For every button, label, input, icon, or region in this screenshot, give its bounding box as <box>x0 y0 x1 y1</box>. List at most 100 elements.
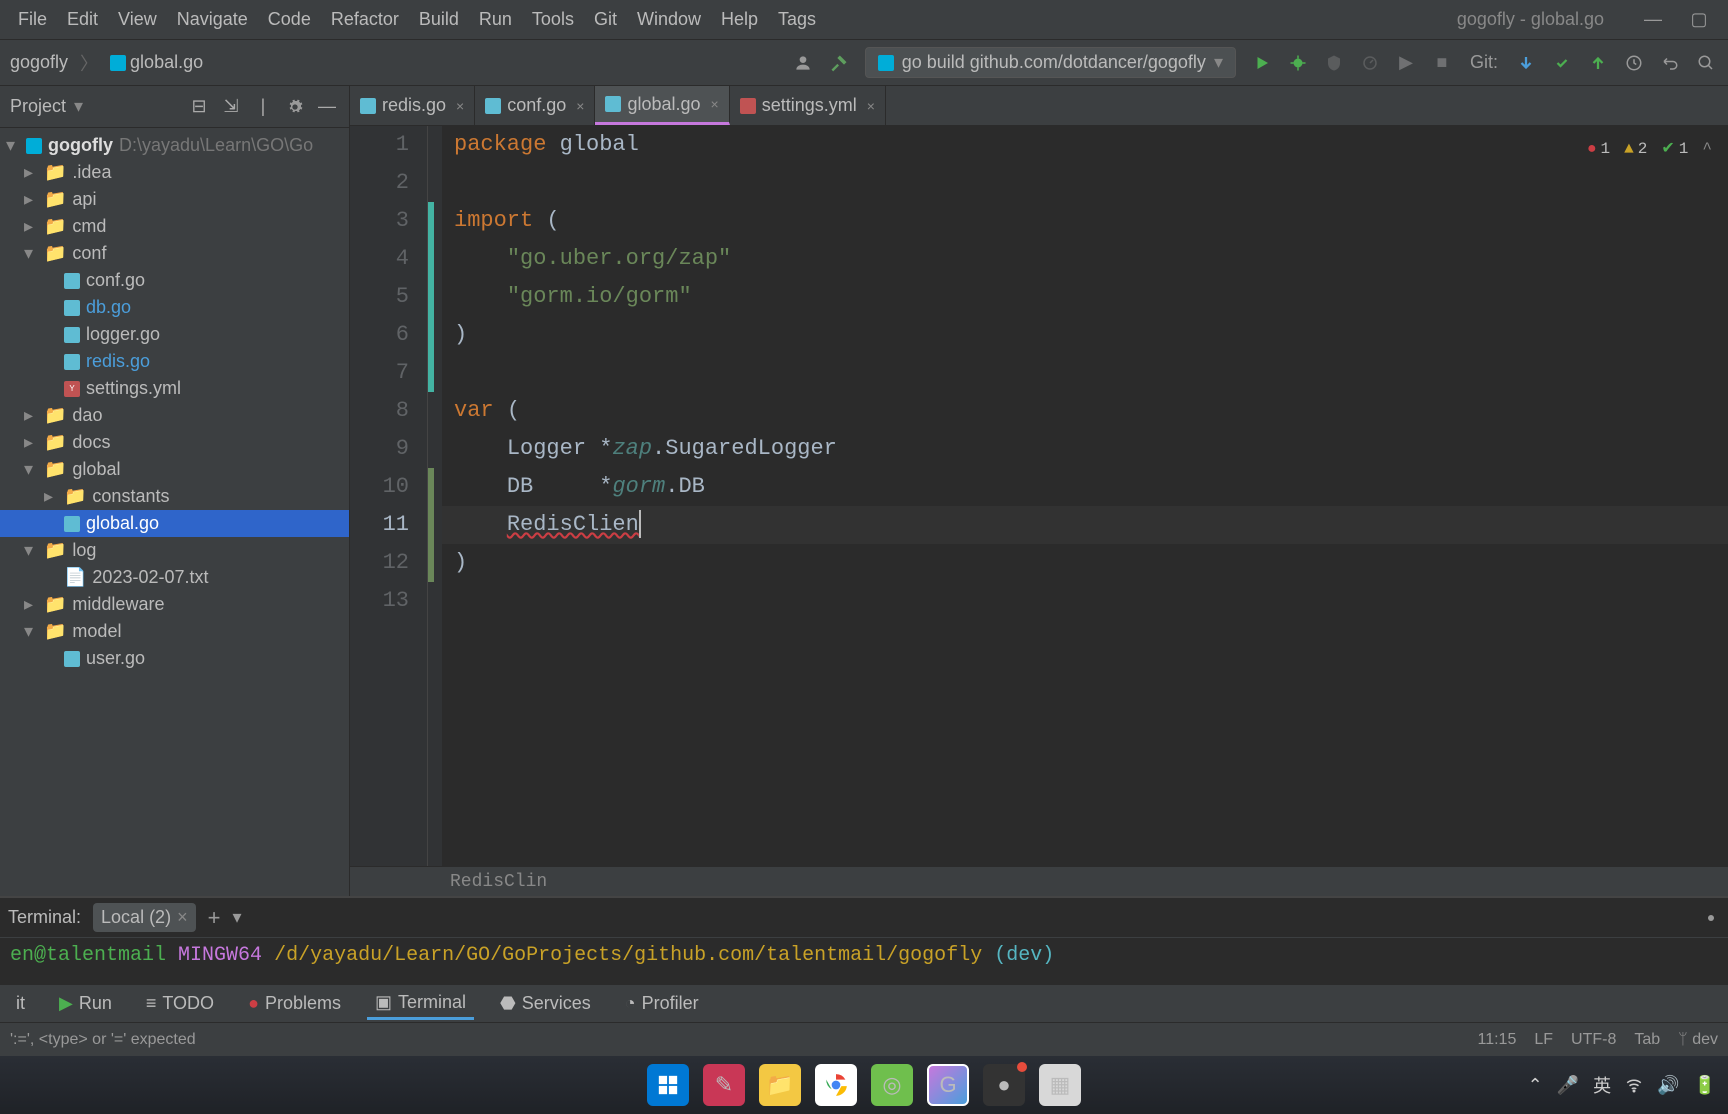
menu-run[interactable]: Run <box>469 5 522 34</box>
tw-services[interactable]: ⬣ Services <box>492 989 599 1018</box>
user-icon[interactable] <box>789 49 817 77</box>
tree-item-logger-go[interactable]: logger.go <box>0 321 349 348</box>
code-content[interactable]: ●1 ▲2 ✔1 ^ package global import ( "go.u… <box>442 126 1728 866</box>
menu-code[interactable]: Code <box>258 5 321 34</box>
taskbar-app-3[interactable]: ● <box>983 1064 1025 1106</box>
close-icon[interactable]: × <box>572 98 584 114</box>
chevron-down-icon[interactable]: ▾ <box>232 907 241 928</box>
tree-item-global-go[interactable]: global.go <box>0 510 349 537</box>
tree-item-model[interactable]: ▾📁model <box>0 618 349 645</box>
coverage-button[interactable] <box>1320 49 1348 77</box>
tree-item-middleware[interactable]: ▸📁middleware <box>0 591 349 618</box>
language-icon[interactable]: 英 <box>1593 1072 1611 1098</box>
tree-root[interactable]: ▾ gogofly D:\yayadu\Learn\GO\Go <box>0 132 349 159</box>
menu-tools[interactable]: Tools <box>522 5 584 34</box>
git-push-icon[interactable] <box>1584 49 1612 77</box>
search-icon[interactable] <box>1692 49 1720 77</box>
git-commit-icon[interactable] <box>1548 49 1576 77</box>
menu-navigate[interactable]: Navigate <box>167 5 258 34</box>
tree-item-conf-go[interactable]: conf.go <box>0 267 349 294</box>
breadcrumb-module[interactable]: gogofly <box>4 50 74 75</box>
menu-git[interactable]: Git <box>584 5 627 34</box>
tw-profiler[interactable]: ◔ Profiler <box>617 989 707 1018</box>
tree-item-conf[interactable]: ▾📁conf <box>0 240 349 267</box>
menu-file[interactable]: File <box>8 5 57 34</box>
editor-breadcrumb[interactable]: RedisClin <box>350 866 1728 896</box>
start-button[interactable] <box>647 1064 689 1106</box>
tw-terminal[interactable]: ▣ Terminal <box>367 988 474 1020</box>
file-encoding[interactable]: UTF-8 <box>1571 1031 1616 1049</box>
terminal-tab-local[interactable]: Local (2) × <box>93 903 196 932</box>
menu-tags[interactable]: Tags <box>768 5 826 34</box>
tw-problems[interactable]: ● Problems <box>240 989 349 1018</box>
chrome-icon[interactable] <box>815 1064 857 1106</box>
code-editor[interactable]: 12345678910111213 ●1 ▲2 ✔1 ^ package glo… <box>350 126 1728 866</box>
tree-item-cmd[interactable]: ▸📁cmd <box>0 213 349 240</box>
run-configuration-selector[interactable]: go build github.com/dotdancer/gogofly ▾ <box>865 47 1236 78</box>
mic-icon[interactable]: 🎤 <box>1557 1075 1579 1096</box>
tree-item--idea[interactable]: ▸📁.idea <box>0 159 349 186</box>
rollback-icon[interactable] <box>1656 49 1684 77</box>
menu-build[interactable]: Build <box>409 5 469 34</box>
tab-conf-go[interactable]: conf.go× <box>475 86 595 125</box>
inspections-widget[interactable]: ●1 ▲2 ✔1 ^ <box>1587 130 1712 168</box>
settings-icon[interactable] <box>283 95 307 119</box>
gutter[interactable]: 12345678910111213 <box>350 126 428 866</box>
tree-item-api[interactable]: ▸📁api <box>0 186 349 213</box>
wifi-icon[interactable] <box>1625 1076 1643 1094</box>
menu-refactor[interactable]: Refactor <box>321 5 409 34</box>
tree-item-db-go[interactable]: db.go <box>0 294 349 321</box>
tree-item-log[interactable]: ▾📁log <box>0 537 349 564</box>
maximize-icon[interactable]: ▢ <box>1690 11 1708 29</box>
cursor-position[interactable]: 11:15 <box>1477 1031 1516 1049</box>
git-branch[interactable]: ᛘ dev <box>1678 1031 1718 1049</box>
minimize-icon[interactable]: — <box>1644 11 1662 29</box>
debug-button[interactable] <box>1284 49 1312 77</box>
taskbar-app-1[interactable]: ✎ <box>703 1064 745 1106</box>
add-terminal-button[interactable]: + <box>208 905 221 931</box>
tree-item-2023-02-07-txt[interactable]: 📄2023-02-07.txt <box>0 564 349 591</box>
close-icon[interactable]: × <box>707 96 719 112</box>
system-tray[interactable]: ⌃ 🎤 英 🔊 🔋 <box>1528 1072 1716 1098</box>
fold-column[interactable] <box>428 126 442 866</box>
taskbar-app-2[interactable]: ◎ <box>871 1064 913 1106</box>
breadcrumb-file[interactable]: global.go <box>104 50 209 75</box>
indent-setting[interactable]: Tab <box>1634 1031 1660 1049</box>
menu-help[interactable]: Help <box>711 5 768 34</box>
tree-item-constants[interactable]: ▸📁constants <box>0 483 349 510</box>
tree-item-redis-go[interactable]: redis.go <box>0 348 349 375</box>
tree-item-docs[interactable]: ▸📁docs <box>0 429 349 456</box>
battery-icon[interactable]: 🔋 <box>1694 1075 1716 1096</box>
tw-unknown[interactable]: it <box>8 989 33 1018</box>
hide-icon[interactable]: — <box>315 95 339 119</box>
volume-icon[interactable]: 🔊 <box>1657 1075 1679 1096</box>
close-icon[interactable]: × <box>863 98 875 114</box>
taskbar-app-4[interactable]: ▦ <box>1039 1064 1081 1106</box>
menu-window[interactable]: Window <box>627 5 711 34</box>
history-icon[interactable] <box>1620 49 1648 77</box>
close-icon[interactable]: × <box>452 98 464 114</box>
git-pull-icon[interactable] <box>1512 49 1540 77</box>
tw-todo[interactable]: ≡ TODO <box>138 989 222 1018</box>
tree-item-user-go[interactable]: user.go <box>0 645 349 672</box>
terminal-settings-icon[interactable] <box>1702 909 1720 927</box>
tree-item-dao[interactable]: ▸📁dao <box>0 402 349 429</box>
menu-view[interactable]: View <box>108 5 167 34</box>
tw-run[interactable]: ▶ Run <box>51 989 120 1018</box>
tab-redis-go[interactable]: redis.go× <box>350 86 475 125</box>
menu-edit[interactable]: Edit <box>57 5 108 34</box>
tree-item-settings-yml[interactable]: Ysettings.yml <box>0 375 349 402</box>
tab-settings-yml[interactable]: settings.yml× <box>730 86 886 125</box>
line-ending[interactable]: LF <box>1534 1031 1553 1049</box>
run-button[interactable] <box>1248 49 1276 77</box>
tray-chevron-icon[interactable]: ⌃ <box>1528 1075 1543 1096</box>
file-explorer-icon[interactable]: 📁 <box>759 1064 801 1106</box>
goland-icon[interactable]: G <box>927 1064 969 1106</box>
tree-item-global[interactable]: ▾📁global <box>0 456 349 483</box>
select-opened-icon[interactable]: ⊟ <box>187 95 211 119</box>
build-icon[interactable] <box>825 49 853 77</box>
tab-global-go[interactable]: global.go× <box>595 86 729 125</box>
collapse-all-icon[interactable]: ⇲ <box>219 95 243 119</box>
profile-button[interactable] <box>1356 49 1384 77</box>
chevron-down-icon[interactable]: ▾ <box>74 96 83 117</box>
